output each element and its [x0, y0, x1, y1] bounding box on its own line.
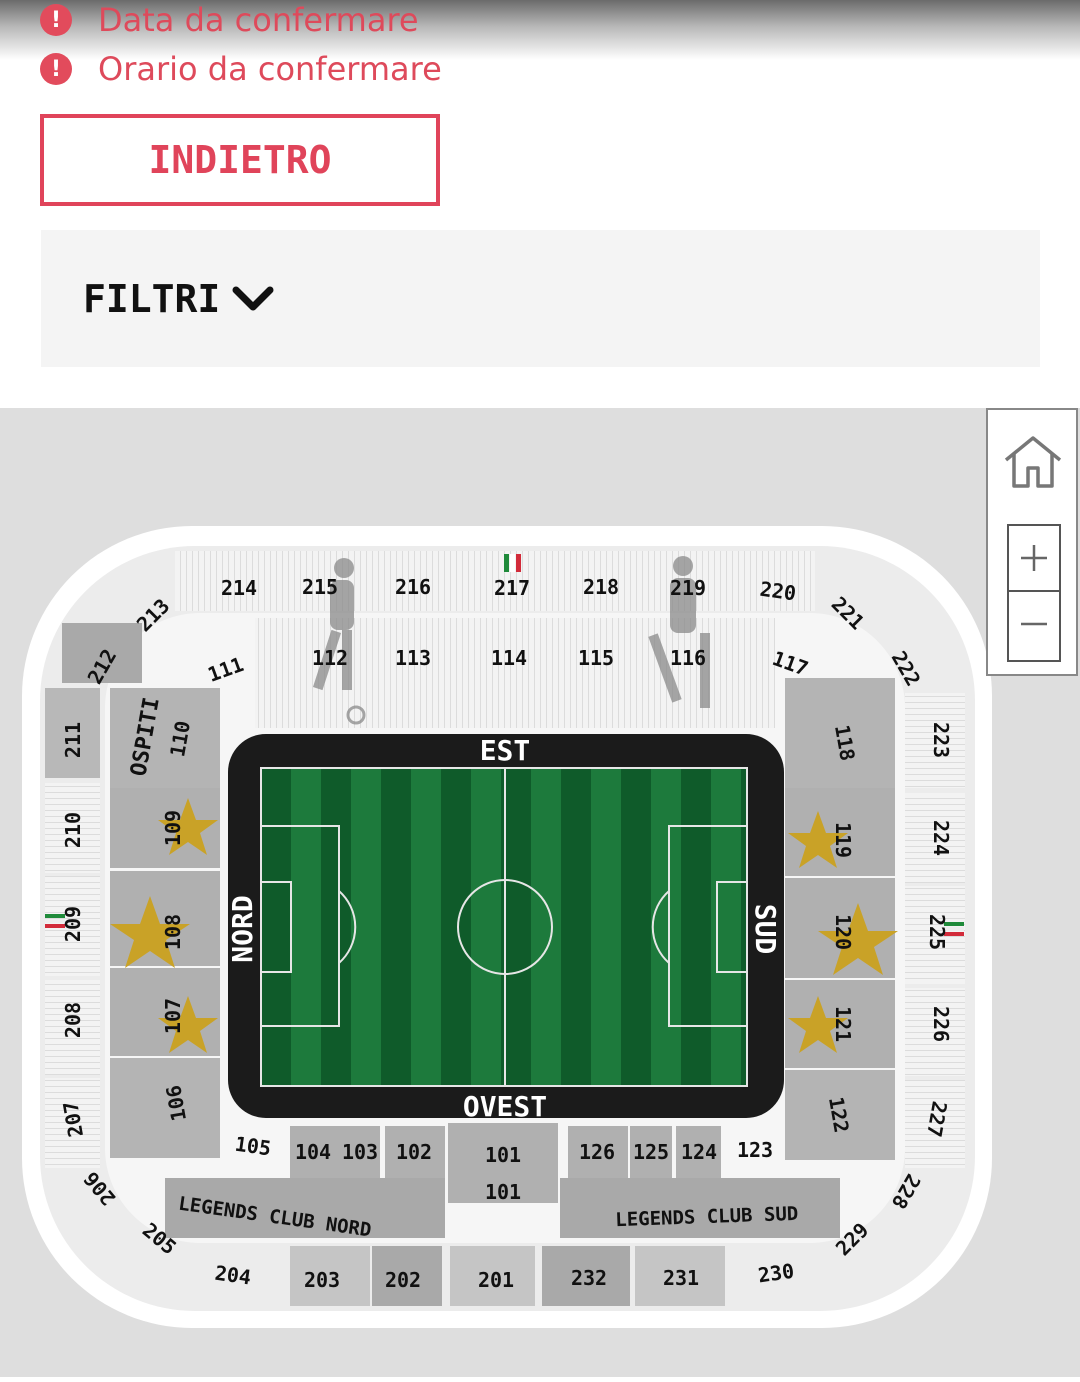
time-notice: ! Orario da confermare [40, 49, 442, 89]
alert-icon: ! [40, 53, 72, 85]
filters-toggle[interactable]: FILTRI [41, 230, 1040, 367]
section-124[interactable]: 124 [681, 1140, 717, 1164]
section-232[interactable]: 232 [571, 1266, 607, 1290]
stand-west-label: OVEST [463, 1090, 547, 1123]
zoom-in-button[interactable] [1007, 524, 1061, 592]
section-119[interactable]: 119 [831, 822, 855, 858]
section-113[interactable]: 113 [395, 646, 431, 670]
section-104[interactable]: 104 [295, 1140, 331, 1164]
stadium-svg[interactable]: EST OVEST NORD SUD OSPITI LEGENDS CLUB N… [0, 408, 1080, 1377]
section-219[interactable]: 219 [670, 576, 706, 600]
filters-label: FILTRI [83, 276, 221, 321]
minus-icon [1021, 622, 1047, 626]
map-controls [986, 408, 1078, 676]
stand-north-label: NORD [226, 895, 259, 962]
section-231[interactable]: 231 [663, 1266, 699, 1290]
section-216[interactable]: 216 [395, 575, 431, 599]
section-218[interactable]: 218 [583, 575, 619, 599]
section-121[interactable]: 121 [831, 1006, 855, 1042]
section-103[interactable]: 103 [342, 1140, 378, 1164]
section-101[interactable]: 101 [485, 1143, 521, 1167]
date-notice: ! Data da confermare [40, 0, 419, 40]
section-208[interactable]: 208 [61, 1002, 85, 1038]
stand-south-label: SUD [749, 904, 782, 955]
section-214[interactable]: 214 [221, 576, 257, 600]
section-115[interactable]: 115 [578, 646, 614, 670]
section-223[interactable]: 223 [929, 722, 953, 758]
section-114[interactable]: 114 [491, 646, 527, 670]
section-112[interactable]: 112 [312, 646, 348, 670]
section-101-lower[interactable]: 101 [485, 1180, 521, 1204]
section-220[interactable]: 220 [758, 577, 797, 606]
back-button[interactable]: INDIETRO [40, 114, 440, 206]
section-123[interactable]: 123 [737, 1138, 773, 1162]
section-125[interactable]: 125 [633, 1140, 669, 1164]
section-230[interactable]: 230 [756, 1259, 795, 1288]
date-notice-text: Data da confermare [98, 1, 419, 39]
section-109[interactable]: 109 [161, 810, 185, 846]
section-226[interactable]: 226 [929, 1006, 953, 1042]
section-201[interactable]: 201 [478, 1268, 514, 1292]
section-210[interactable]: 210 [61, 812, 85, 848]
section-209[interactable]: 209 [61, 906, 85, 942]
section-102[interactable]: 102 [396, 1140, 432, 1164]
section-225[interactable]: 225 [925, 914, 949, 950]
stadium-map[interactable]: EST OVEST NORD SUD OSPITI LEGENDS CLUB N… [0, 408, 1080, 1377]
section-202[interactable]: 202 [385, 1268, 421, 1292]
section-108[interactable]: 108 [161, 914, 185, 950]
section-217[interactable]: 217 [494, 576, 530, 600]
home-icon[interactable] [1002, 432, 1064, 490]
section-215[interactable]: 215 [302, 575, 338, 599]
section-204[interactable]: 204 [213, 1261, 252, 1290]
section-126[interactable]: 126 [579, 1140, 615, 1164]
stand-east-label: EST [480, 734, 531, 767]
section-211[interactable]: 211 [61, 722, 85, 758]
section-116[interactable]: 116 [670, 646, 706, 670]
chevron-down-icon [232, 286, 274, 310]
section-120[interactable]: 120 [831, 914, 855, 950]
section-105[interactable]: 105 [233, 1132, 272, 1161]
plus-icon [1021, 545, 1047, 571]
section-224[interactable]: 224 [929, 820, 953, 856]
alert-icon: ! [40, 4, 72, 36]
zoom-out-button[interactable] [1007, 590, 1061, 662]
time-notice-text: Orario da confermare [98, 50, 442, 88]
section-107[interactable]: 107 [161, 998, 185, 1034]
italy-flag [504, 554, 521, 572]
section-203[interactable]: 203 [304, 1268, 340, 1292]
